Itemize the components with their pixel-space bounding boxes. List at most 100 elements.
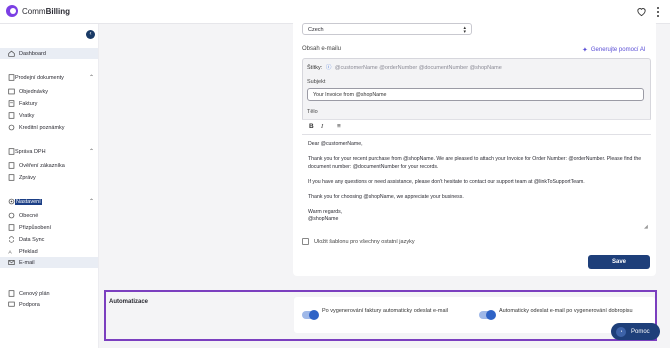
sidebar-section-settings[interactable]: Nastavení ⌃ xyxy=(0,196,98,207)
auto-send-credit-note-label: Automaticky odeslat e-mail po vygenerová… xyxy=(499,308,633,314)
body-label: Tělo xyxy=(307,109,318,115)
chevron-up-icon: ⌃ xyxy=(89,149,95,155)
chevron-up-icon: ⌃ xyxy=(89,199,95,205)
invoice-icon xyxy=(8,100,15,107)
bold-button[interactable]: B xyxy=(309,123,314,130)
automation-card xyxy=(294,297,655,333)
sidebar-item-customer-check[interactable]: Ověření zákazníka xyxy=(0,160,98,171)
language-select[interactable]: Czech ▴ ▾ xyxy=(302,23,472,35)
sidebar-section-label: Správa DPH xyxy=(15,148,46,155)
support-icon xyxy=(8,301,15,308)
body-paragraph: Thank you for choosing @shopName, we app… xyxy=(308,193,464,200)
tags-values: @customerName @orderNumber @documentNumb… xyxy=(334,65,502,71)
save-template-checkbox[interactable] xyxy=(302,238,309,245)
app-logo[interactable]: CommBilling xyxy=(6,5,70,17)
chat-icon: ◔ xyxy=(616,326,626,337)
tags-label: Štítky: xyxy=(307,65,323,71)
sidebar-section-label: Nastavení xyxy=(15,198,42,205)
sidebar-item-customization[interactable]: Přizpůsobení xyxy=(0,222,98,233)
generate-ai-label: Generujte pomocí AI xyxy=(590,47,646,53)
subject-label: Subjekt xyxy=(307,79,326,85)
sidebar-item-reports[interactable]: Zprávy xyxy=(0,172,98,183)
pricing-icon xyxy=(8,290,15,297)
sidebar-item-pricing[interactable]: Cenový plán xyxy=(0,288,98,299)
auto-send-credit-note-toggle[interactable] xyxy=(479,310,496,320)
return-icon xyxy=(8,112,15,119)
resize-handle-icon[interactable]: ◢ xyxy=(644,224,648,230)
sidebar-section-vat[interactable]: Správa DPH ⌃ xyxy=(0,146,98,157)
sidebar-section-sales-docs[interactable]: Prodejní dokumenty ⌃ xyxy=(0,72,98,83)
sidebar-item-label: Faktury xyxy=(19,100,38,107)
credit-note-icon xyxy=(8,124,15,131)
sidebar-item-label: Zprávy xyxy=(19,174,36,181)
sidebar-item-label: Data Sync xyxy=(19,236,45,243)
sidebar-item-data-sync[interactable]: Data Sync xyxy=(0,234,98,245)
sidebar-item-label: Obecné xyxy=(19,212,39,219)
help-button[interactable]: ◔ Pomoc xyxy=(611,323,660,340)
auto-send-invoice-toggle[interactable] xyxy=(302,310,319,320)
generate-ai-button[interactable]: ✦ Generujte pomocí AI xyxy=(582,46,646,54)
customize-icon xyxy=(8,224,15,231)
sidebar-item-email[interactable]: E-mail xyxy=(0,257,98,268)
email-content-title: Obsah e-mailu xyxy=(302,46,342,52)
sidebar-item-translation[interactable]: A Překlad xyxy=(0,246,98,257)
home-icon xyxy=(8,50,15,57)
gear-icon xyxy=(8,198,15,205)
sidebar-item-orders[interactable]: Objednávky xyxy=(0,86,98,97)
sync-icon xyxy=(8,236,15,243)
sidebar-item-label: Cenový plán xyxy=(19,290,50,297)
document-icon xyxy=(8,74,15,81)
collapse-sidebar-button[interactable]: ‹ xyxy=(86,30,95,39)
sidebar-item-label: Kreditní poznámky xyxy=(19,124,65,131)
subject-input[interactable]: Your Invoice from @shopName xyxy=(307,88,644,101)
select-arrows-icon: ▴ ▾ xyxy=(463,25,466,35)
email-body-editor[interactable]: Dear @customerName, Thank you for your r… xyxy=(302,135,651,230)
body-paragraph: Dear @customerName, xyxy=(308,141,363,147)
body-paragraph: Thank you for your recent purchase from … xyxy=(308,156,642,170)
chevron-up-icon: ⌃ xyxy=(89,75,95,81)
italic-button[interactable]: I xyxy=(321,123,323,130)
sidebar-item-label: Objednávky xyxy=(19,88,49,95)
svg-text:A: A xyxy=(8,250,12,255)
align-button[interactable]: ≡ xyxy=(337,123,341,130)
save-template-label: Uložit šablonu pro všechny ostatní jazyk… xyxy=(314,238,415,245)
logo-icon xyxy=(6,5,18,17)
general-settings-icon xyxy=(8,212,15,219)
body-paragraph: @shopName xyxy=(308,216,339,222)
verify-icon xyxy=(8,162,15,169)
help-label: Pomoc xyxy=(631,328,650,335)
report-icon xyxy=(8,174,15,181)
sidebar-item-label: E-mail xyxy=(19,259,35,266)
sidebar-item-label: Dashboard xyxy=(19,50,46,57)
body-paragraph: If you have any questions or need assist… xyxy=(308,178,585,185)
sidebar-item-label: Vratky xyxy=(19,112,35,119)
auto-send-invoice-label: Po vygenerování faktury automaticky odes… xyxy=(322,308,448,314)
save-template-checkbox-row[interactable]: Uložit šablonu pro všechny ostatní jazyk… xyxy=(302,238,415,245)
sidebar-item-label: Přizpůsobení xyxy=(19,224,52,231)
body-paragraph: Warm regards, xyxy=(308,208,343,215)
sidebar-section-label: Prodejní dokumenty xyxy=(15,74,64,81)
sidebar-item-dashboard[interactable]: Dashboard xyxy=(0,48,98,59)
sparkle-icon: ✦ xyxy=(582,47,588,54)
save-button[interactable]: Save xyxy=(588,255,650,269)
automation-title: Automatizace xyxy=(109,299,149,305)
translate-icon: A xyxy=(8,248,15,255)
sidebar-item-label: Podpora xyxy=(19,301,40,308)
vat-icon xyxy=(8,148,15,155)
sidebar-item-credit-notes[interactable]: Kreditní poznámky xyxy=(0,122,98,133)
orders-icon xyxy=(8,88,15,95)
sidebar-item-label: Překlad xyxy=(19,248,38,255)
editor-toolbar xyxy=(302,119,651,135)
logo-text: CommBilling xyxy=(22,6,71,16)
info-icon[interactable]: ⓘ xyxy=(326,65,332,71)
more-options-icon[interactable] xyxy=(656,7,659,17)
language-select-value: Czech xyxy=(308,27,324,33)
sidebar-item-support[interactable]: Podpora xyxy=(0,299,98,310)
sidebar-item-label: Ověření zákazníka xyxy=(19,162,65,169)
mail-icon xyxy=(8,259,15,266)
heart-icon[interactable] xyxy=(636,6,647,17)
sidebar-item-returns[interactable]: Vratky xyxy=(0,110,98,121)
sidebar-item-invoices[interactable]: Faktury xyxy=(0,98,98,109)
tags-line: Štítky: ⓘ @customerName @orderNumber @do… xyxy=(307,63,502,71)
sidebar-item-general[interactable]: Obecné xyxy=(0,210,98,221)
